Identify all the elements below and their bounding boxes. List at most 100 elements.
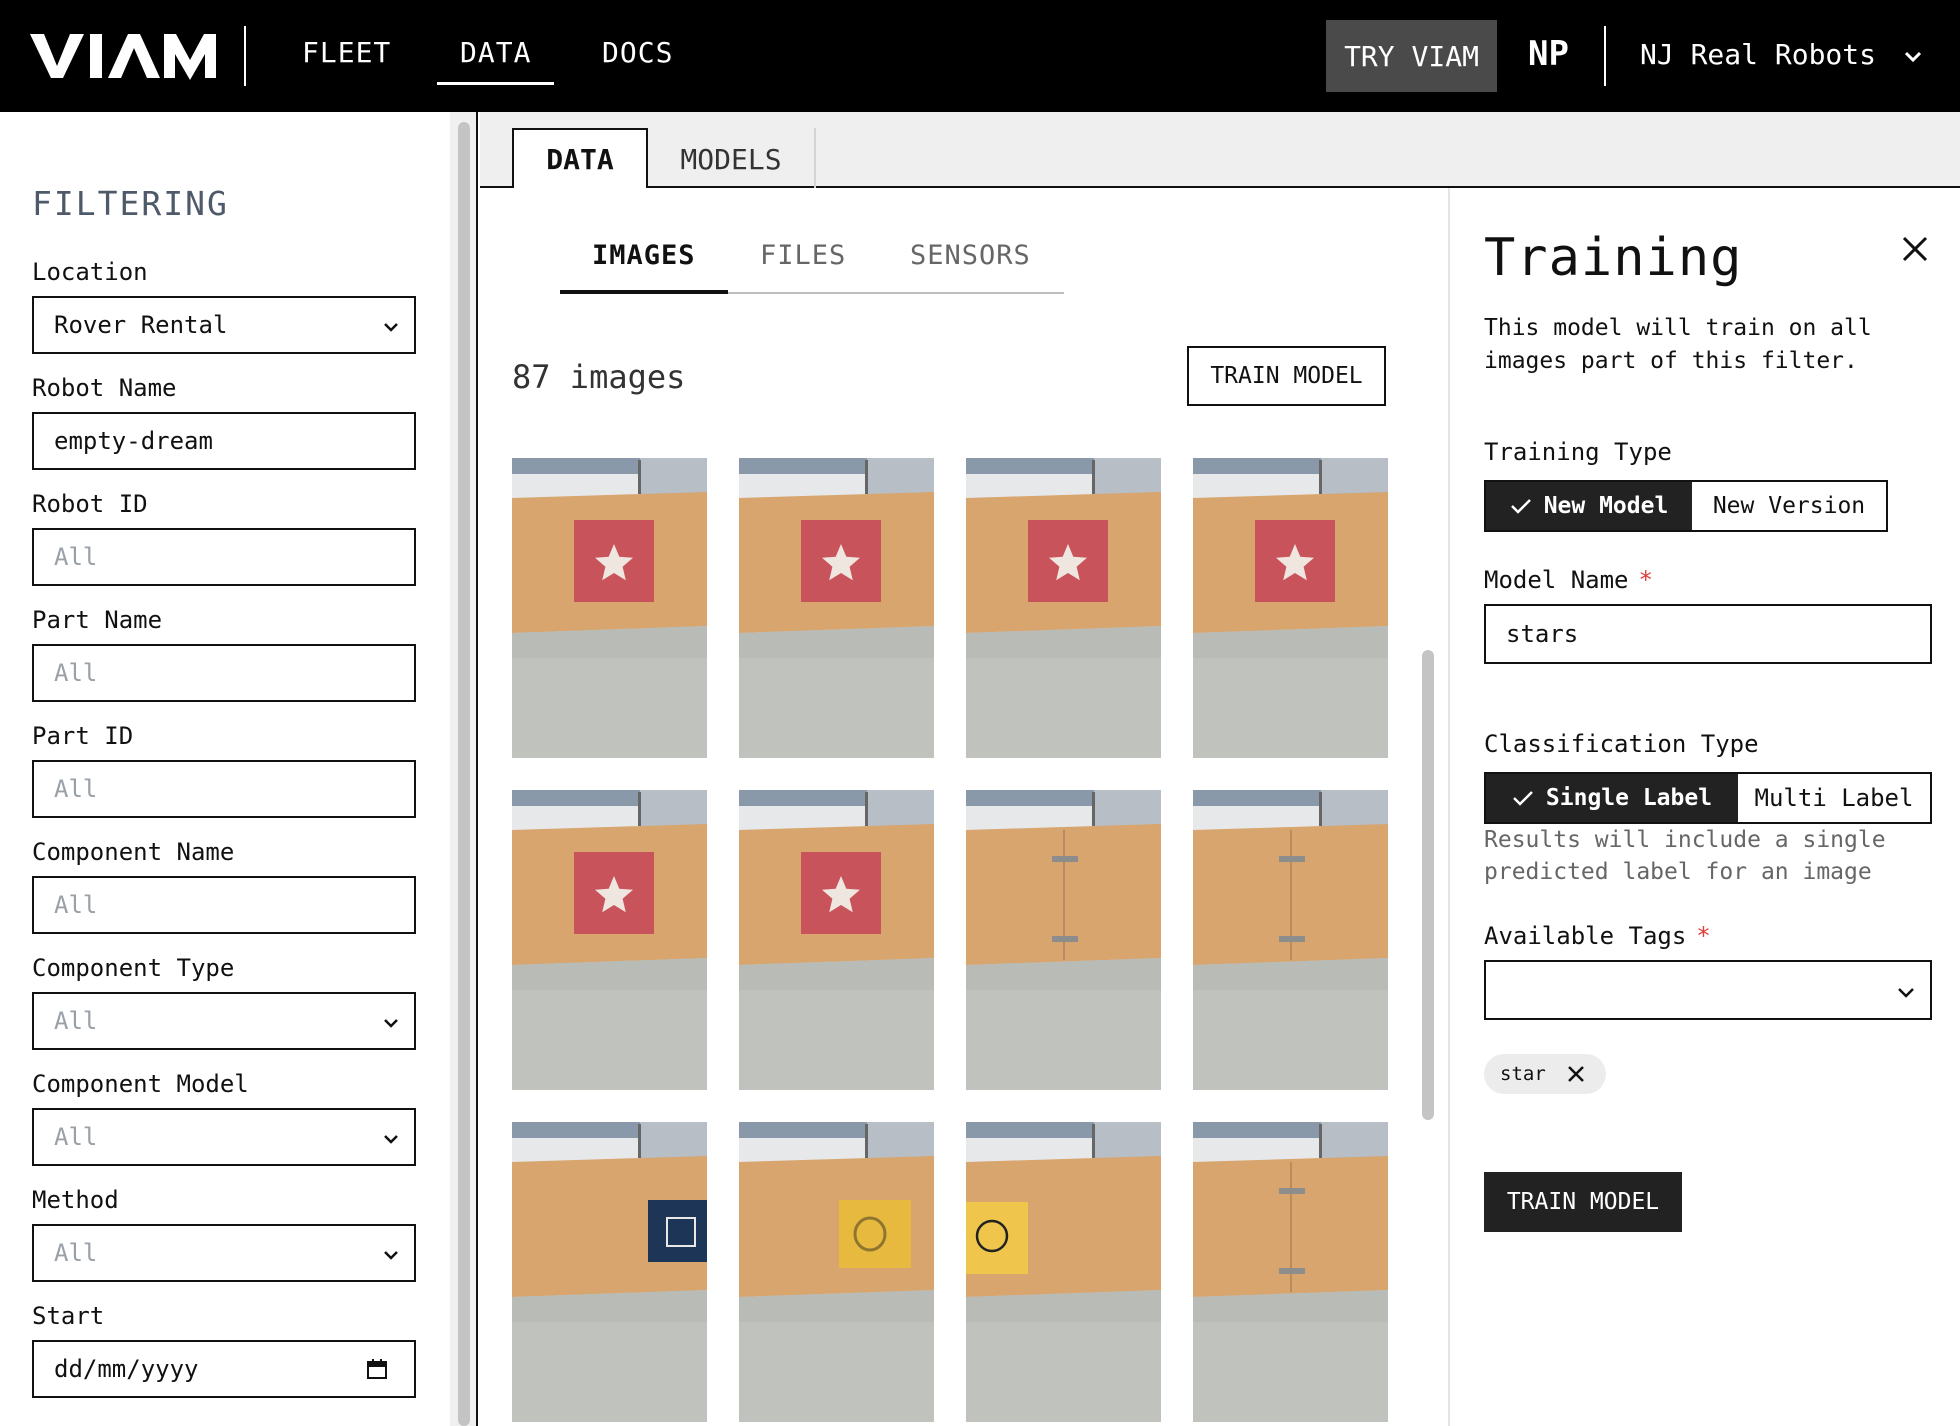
- tab-data[interactable]: DATA: [512, 128, 648, 190]
- part-id-placeholder: All: [54, 775, 98, 803]
- filter-scrollbar-thumb[interactable]: [458, 122, 470, 1426]
- location-select[interactable]: Rover Rental: [32, 296, 416, 354]
- filter-scrollbar[interactable]: [450, 112, 478, 1426]
- thumbnail-image: [739, 790, 934, 1090]
- image-thumbnail[interactable]: [1193, 790, 1388, 1090]
- thumbnail-image: [966, 458, 1161, 758]
- start-date-input[interactable]: dd/mm/yyyy: [32, 1340, 416, 1398]
- tag-chip: star: [1484, 1054, 1606, 1094]
- component-name-placeholder: All: [54, 891, 98, 919]
- component-type-select[interactable]: All: [32, 992, 416, 1050]
- subtab-images[interactable]: IMAGES: [592, 240, 696, 271]
- image-thumbnail[interactable]: [512, 790, 707, 1090]
- robot-name-value: empty-dream: [54, 427, 213, 455]
- training-type-label: Training Type: [1484, 438, 1672, 466]
- part-id-input[interactable]: All: [32, 760, 416, 818]
- location-value: Rover Rental: [54, 311, 228, 339]
- image-thumbnail[interactable]: [739, 1122, 934, 1422]
- nav-link-data[interactable]: DATA: [460, 36, 531, 69]
- component-type-label: Component Type: [32, 954, 235, 982]
- robot-name-label: Robot Name: [32, 374, 177, 402]
- image-count: 87 images: [512, 358, 686, 396]
- part-name-label: Part Name: [32, 606, 163, 634]
- thumbnail-image: [966, 790, 1161, 1090]
- image-thumbnail[interactable]: [966, 1122, 1161, 1422]
- model-name-value: stars: [1506, 620, 1579, 648]
- training-type-new-version[interactable]: New Version: [1692, 482, 1886, 530]
- available-tags-label-text: Available Tags: [1484, 922, 1687, 950]
- image-thumbnail[interactable]: [1193, 458, 1388, 758]
- start-date-placeholder: dd/mm/yyyy: [54, 1355, 199, 1383]
- component-name-input[interactable]: All: [32, 876, 416, 934]
- robot-name-input[interactable]: empty-dream: [32, 412, 416, 470]
- check-icon: [1513, 791, 1533, 806]
- thumbnail-image: [512, 458, 707, 758]
- image-thumbnail[interactable]: [966, 790, 1161, 1090]
- training-description: This model will train on all images part…: [1484, 315, 1872, 374]
- subtab-files[interactable]: FILES: [760, 240, 846, 271]
- viam-logo-mark: [30, 34, 216, 80]
- calendar-icon[interactable]: [366, 1358, 388, 1380]
- method-select[interactable]: All: [32, 1224, 416, 1282]
- training-type-toggle: New Model New Version: [1484, 480, 1888, 532]
- thumbnail-image: [966, 1122, 1161, 1422]
- try-viam-button[interactable]: TRY VIAM: [1326, 20, 1497, 92]
- model-name-label-text: Model Name: [1484, 566, 1629, 594]
- image-thumbnail[interactable]: [739, 790, 934, 1090]
- training-type-new-model-label: New Model: [1543, 493, 1669, 519]
- subtab-sensors[interactable]: SENSORS: [910, 240, 1031, 271]
- grid-scrollbar[interactable]: [1418, 458, 1438, 1426]
- image-thumbnail[interactable]: [739, 458, 934, 758]
- main-tabbar: DATA MODELS: [480, 112, 1960, 190]
- image-thumbnail[interactable]: [1193, 1122, 1388, 1422]
- chevron-down-icon[interactable]: [1902, 46, 1924, 68]
- component-model-select[interactable]: All: [32, 1108, 416, 1166]
- viam-logo[interactable]: [30, 30, 216, 82]
- classification-single-label[interactable]: Single Label: [1486, 774, 1738, 822]
- part-name-input[interactable]: All: [32, 644, 416, 702]
- model-name-input[interactable]: stars: [1484, 604, 1932, 664]
- thumbnail-image: [1193, 458, 1388, 758]
- start-label: Start: [32, 1302, 105, 1330]
- component-type-placeholder: All: [54, 1007, 98, 1035]
- org-initials[interactable]: NP: [1528, 34, 1569, 74]
- chevron-down-icon: [384, 1251, 398, 1260]
- training-panel: Training This model will train on all im…: [1448, 188, 1960, 1426]
- chevron-down-icon: [384, 1135, 398, 1144]
- top-nav: FLEET DATA DOCS TRY VIAM NP NJ Real Robo…: [0, 0, 1960, 112]
- available-tags-select[interactable]: [1484, 960, 1932, 1020]
- filtering-panel: FILTERING Location Rover Rental Robot Na…: [0, 112, 450, 1426]
- filtering-title: FILTERING: [32, 184, 229, 223]
- classification-multi-label[interactable]: Multi Label: [1738, 774, 1930, 822]
- tab-models[interactable]: MODELS: [648, 128, 816, 190]
- available-tags-label: Available Tags *: [1484, 922, 1711, 950]
- part-name-placeholder: All: [54, 659, 98, 687]
- close-icon[interactable]: [1900, 234, 1930, 264]
- image-thumbnail[interactable]: [966, 458, 1161, 758]
- nav-active-indicator: [437, 82, 554, 85]
- thumbnail-image: [1193, 790, 1388, 1090]
- grid-scrollbar-thumb[interactable]: [1422, 650, 1434, 1120]
- train-model-button[interactable]: TRAIN MODEL: [1187, 346, 1386, 406]
- data-area: IMAGES FILES SENSORS 87 images TRAIN MOD…: [480, 188, 1448, 1426]
- nav-link-docs[interactable]: DOCS: [602, 36, 673, 69]
- robot-id-label: Robot ID: [32, 490, 148, 518]
- robot-id-input[interactable]: All: [32, 528, 416, 586]
- remove-tag-icon[interactable]: [1566, 1064, 1586, 1084]
- org-selector[interactable]: NJ Real Robots: [1640, 38, 1876, 71]
- location-label: Location: [32, 258, 148, 286]
- method-label: Method: [32, 1186, 119, 1214]
- train-model-submit-button[interactable]: TRAIN MODEL: [1484, 1172, 1682, 1232]
- chevron-down-icon: [384, 1019, 398, 1028]
- robot-id-placeholder: All: [54, 543, 98, 571]
- training-type-new-model[interactable]: New Model: [1486, 482, 1692, 530]
- model-name-label: Model Name *: [1484, 566, 1653, 594]
- image-thumbnail[interactable]: [512, 1122, 707, 1422]
- nav-link-fleet[interactable]: FLEET: [302, 36, 391, 69]
- thumbnail-image: [512, 1122, 707, 1422]
- nav-divider: [244, 26, 246, 86]
- tag-chip-label: star: [1500, 1063, 1546, 1085]
- method-placeholder: All: [54, 1239, 98, 1267]
- image-thumbnail[interactable]: [512, 458, 707, 758]
- component-model-label: Component Model: [32, 1070, 249, 1098]
